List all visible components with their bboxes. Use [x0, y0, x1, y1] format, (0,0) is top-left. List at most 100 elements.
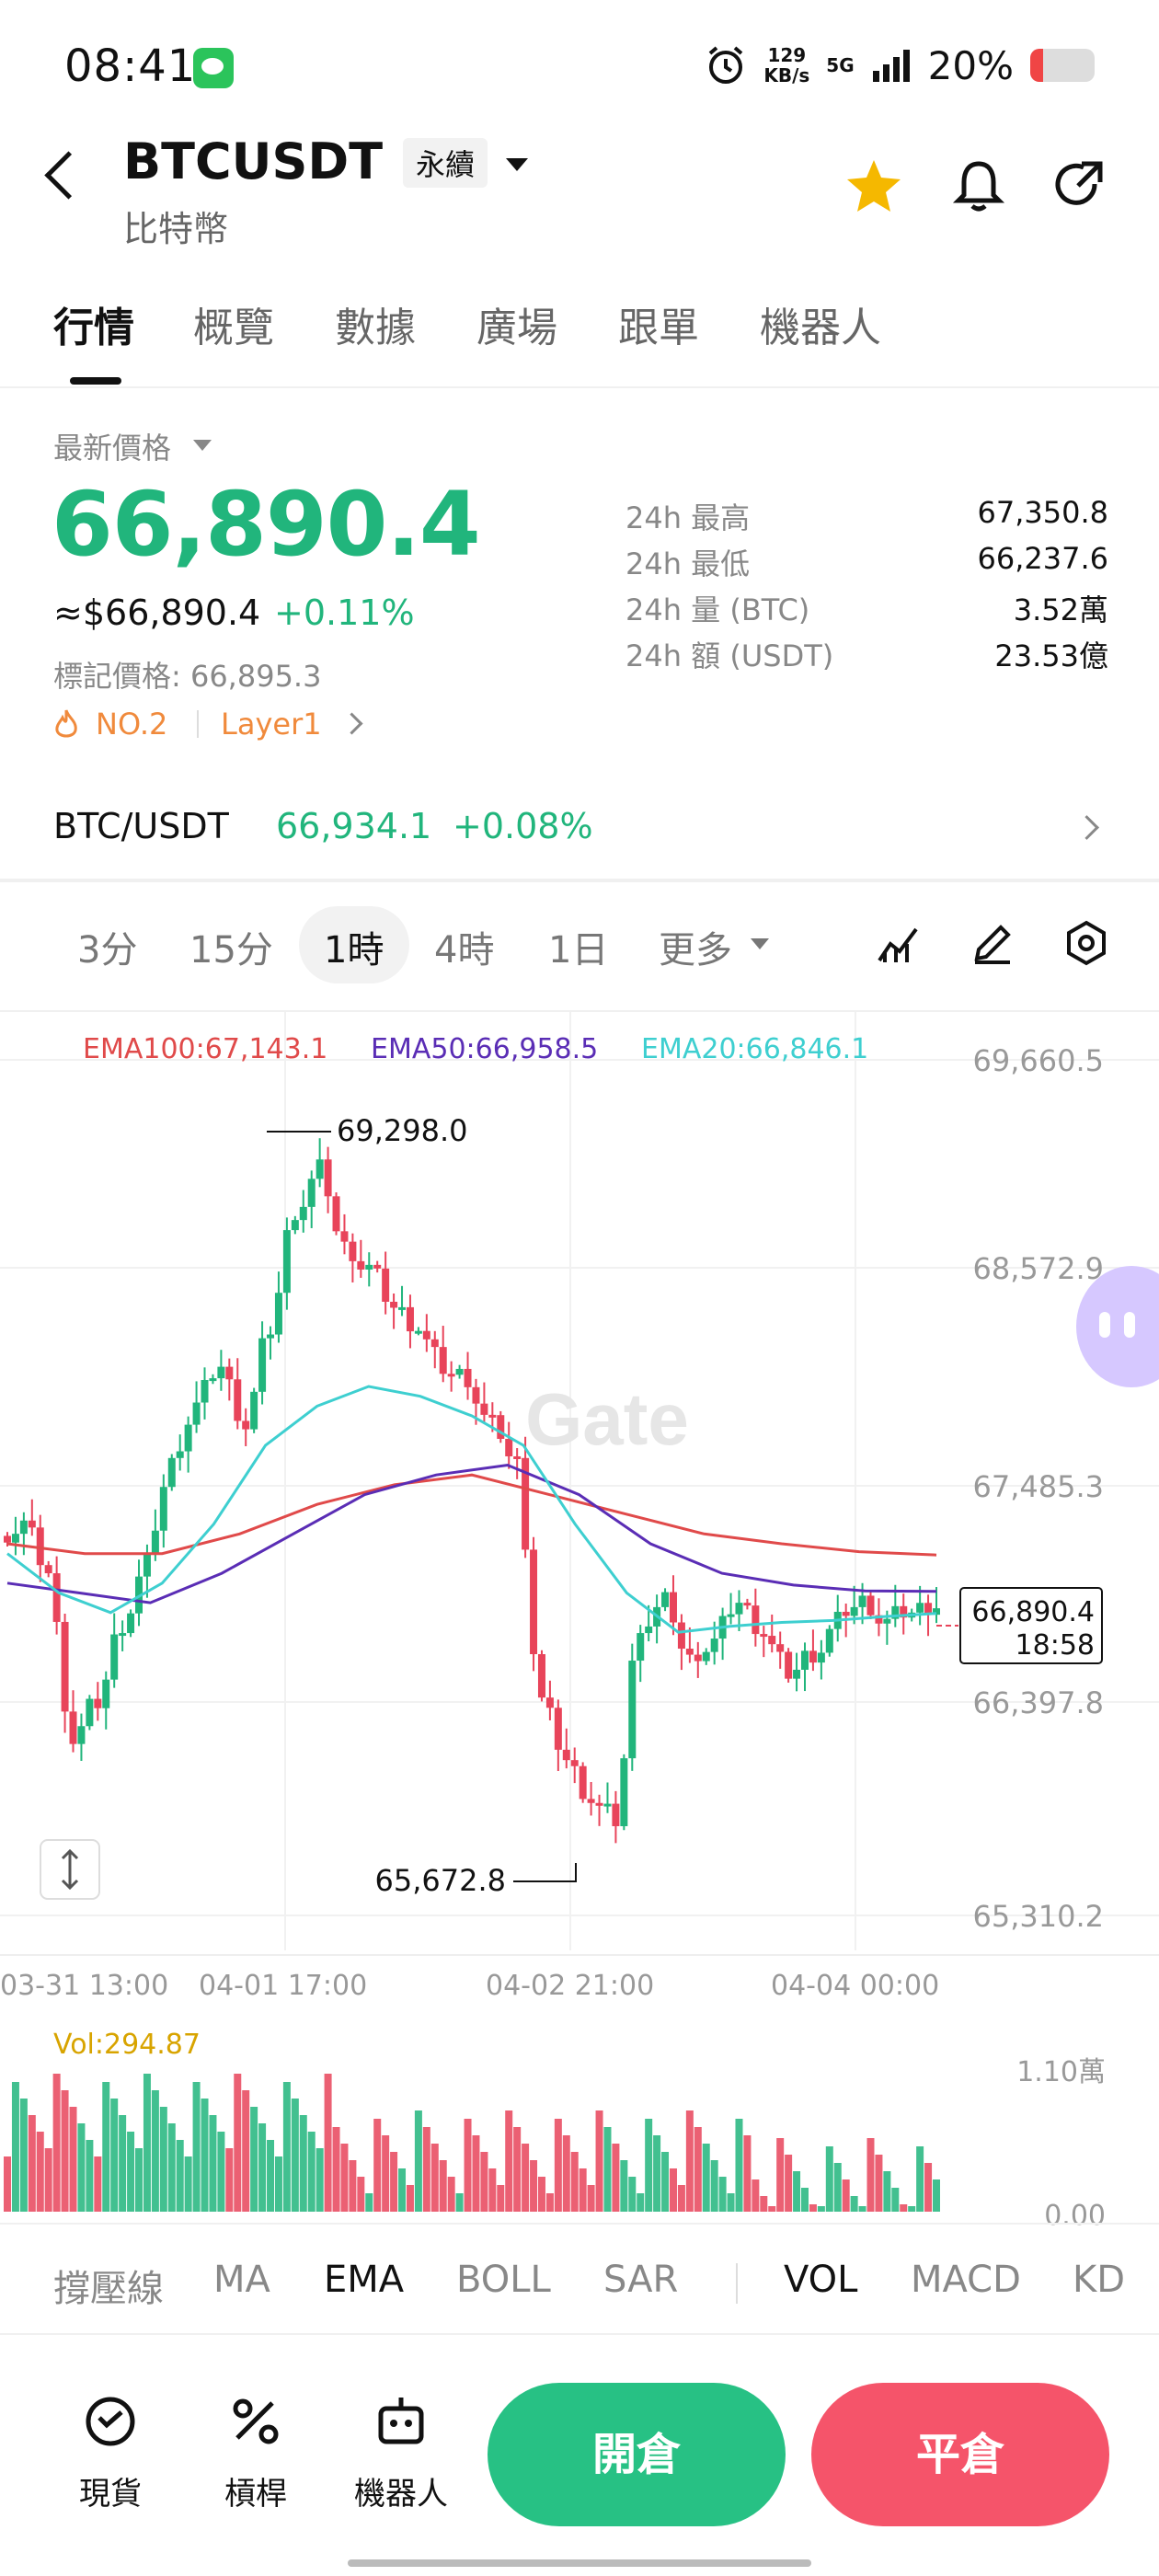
back-icon[interactable] — [44, 151, 93, 200]
volume-bar — [497, 2185, 505, 2212]
symbol-title[interactable]: BTCUSDT — [123, 132, 383, 190]
coin-name: 比特幣 — [123, 209, 229, 249]
indicator-vol[interactable]: VOL — [784, 2259, 857, 2301]
tab-copy-trading[interactable]: 跟單 — [618, 294, 699, 353]
volume-max-label: 1.10萬 — [1016, 2056, 1106, 2088]
volume-bar — [102, 2082, 110, 2212]
interval-1h[interactable]: 1時 — [324, 920, 384, 973]
interval-15m[interactable]: 15分 — [189, 920, 273, 973]
tab-market[interactable]: 行情 — [53, 294, 134, 353]
candle-body — [530, 1549, 538, 1655]
volume-bar — [447, 2177, 455, 2212]
volume-bar — [209, 2115, 217, 2212]
favorite-star-icon[interactable] — [844, 156, 903, 215]
share-icon[interactable] — [1050, 156, 1109, 215]
ema100-legend: EMA100:67,143.1 — [83, 1033, 327, 1065]
interval-more[interactable]: 更多 — [659, 920, 732, 973]
volume-bar — [455, 2193, 464, 2212]
tab-overview[interactable]: 概覽 — [193, 294, 274, 353]
candle-body — [307, 1179, 316, 1207]
indicator-boll[interactable]: BOLL — [456, 2259, 551, 2301]
volume-bar — [135, 2148, 143, 2212]
candle-body — [373, 1264, 382, 1269]
volume-bar — [69, 2107, 77, 2212]
volume-bar — [324, 2074, 332, 2212]
scale-toggle-button[interactable] — [40, 1839, 100, 1900]
leverage-icon — [233, 2398, 279, 2444]
candle-body — [316, 1159, 324, 1179]
bell-icon[interactable] — [949, 156, 1008, 215]
volume-bar — [718, 2177, 727, 2212]
interval-3m[interactable]: 3分 — [77, 920, 137, 973]
rank-badge[interactable]: NO.2 — [96, 707, 167, 742]
interval-4h[interactable]: 4時 — [434, 920, 494, 973]
volume-bar — [900, 2204, 908, 2212]
interval-1d[interactable]: 1日 — [548, 920, 608, 973]
indicator-kd[interactable]: KD — [1073, 2259, 1128, 2301]
separator — [736, 2263, 738, 2304]
volume-bar — [398, 2168, 407, 2212]
candle-body — [603, 1803, 612, 1807]
candle-body — [324, 1159, 332, 1197]
volume-bar — [620, 2160, 628, 2212]
signal-icon — [872, 50, 910, 82]
tab-bots[interactable]: 機器人 — [760, 294, 881, 353]
candle-body — [793, 1669, 801, 1679]
candle-body — [406, 1306, 414, 1332]
spot-pair-row[interactable]: BTC/USDT 66,934.1 +0.08% — [0, 773, 1159, 883]
nav-leverage[interactable]: 槓桿 — [201, 2392, 311, 2513]
contract-type-badge[interactable]: 永續 — [403, 138, 488, 188]
more-dropdown-icon[interactable] — [751, 938, 769, 949]
nav-bot[interactable]: 機器人 — [346, 2392, 456, 2513]
indicator-icon[interactable] — [876, 920, 922, 966]
volume-bar — [36, 2132, 44, 2212]
volume-bar — [677, 2185, 685, 2212]
tab-active-indicator — [70, 377, 121, 385]
price-type-dropdown-icon[interactable] — [193, 440, 212, 451]
volume-bar — [809, 2204, 817, 2212]
candle-body — [472, 1386, 480, 1404]
volume-bar — [307, 2132, 316, 2212]
candle-body — [340, 1231, 349, 1242]
candle-body — [464, 1368, 472, 1387]
indicator-ema[interactable]: EMA — [324, 2259, 404, 2301]
settings-icon[interactable] — [1063, 920, 1109, 966]
candle-body — [612, 1803, 620, 1826]
divider — [0, 2333, 1159, 2335]
price-chart[interactable]: Gate 69,660.5 68,572.9 67,485.3 66,397.8 65,… — [0, 1012, 1159, 2226]
volume-bar — [488, 2168, 497, 2212]
robot-icon — [378, 2398, 424, 2444]
close-position-button[interactable]: 平倉 — [811, 2383, 1109, 2526]
tab-square[interactable]: 廣場 — [476, 294, 557, 353]
volume-bar — [661, 2152, 670, 2212]
indicator-sar[interactable]: SAR — [603, 2259, 678, 2301]
indicator-ma[interactable]: MA — [213, 2259, 270, 2301]
volume-bar — [908, 2206, 916, 2212]
indicator-support-resistance[interactable]: 撐壓線 — [53, 2259, 164, 2312]
indicator-macd[interactable]: MACD — [911, 2259, 1021, 2301]
sector-tag[interactable]: Layer1 — [221, 707, 322, 742]
chevron-right-icon[interactable] — [340, 712, 363, 735]
candle-body — [19, 1520, 28, 1535]
volume-bar — [842, 2179, 850, 2212]
draw-pen-icon[interactable] — [970, 920, 1016, 966]
volume-bar — [883, 2171, 891, 2212]
volume-bar — [382, 2135, 390, 2212]
candle-body — [299, 1206, 307, 1221]
volume-bar — [86, 2140, 94, 2212]
last-price-label[interactable]: 最新價格 — [53, 425, 171, 467]
nav-spot[interactable]: 現貨 — [55, 2392, 166, 2513]
symbol-dropdown-icon[interactable] — [506, 158, 528, 171]
candle-body — [645, 1626, 653, 1634]
candle-body — [242, 1420, 250, 1430]
candle-body — [447, 1374, 455, 1377]
volume-bar — [817, 2206, 825, 2212]
candle-body — [119, 1633, 127, 1637]
open-position-button[interactable]: 開倉 — [488, 2383, 786, 2526]
candle-body — [866, 1595, 875, 1616]
tab-data[interactable]: 數據 — [335, 294, 416, 353]
volume-bar — [332, 2127, 340, 2212]
y-tick-label: 66,397.8 — [973, 1685, 1105, 1720]
candle-body — [69, 1711, 77, 1744]
wechat-notification-icon — [193, 48, 234, 88]
